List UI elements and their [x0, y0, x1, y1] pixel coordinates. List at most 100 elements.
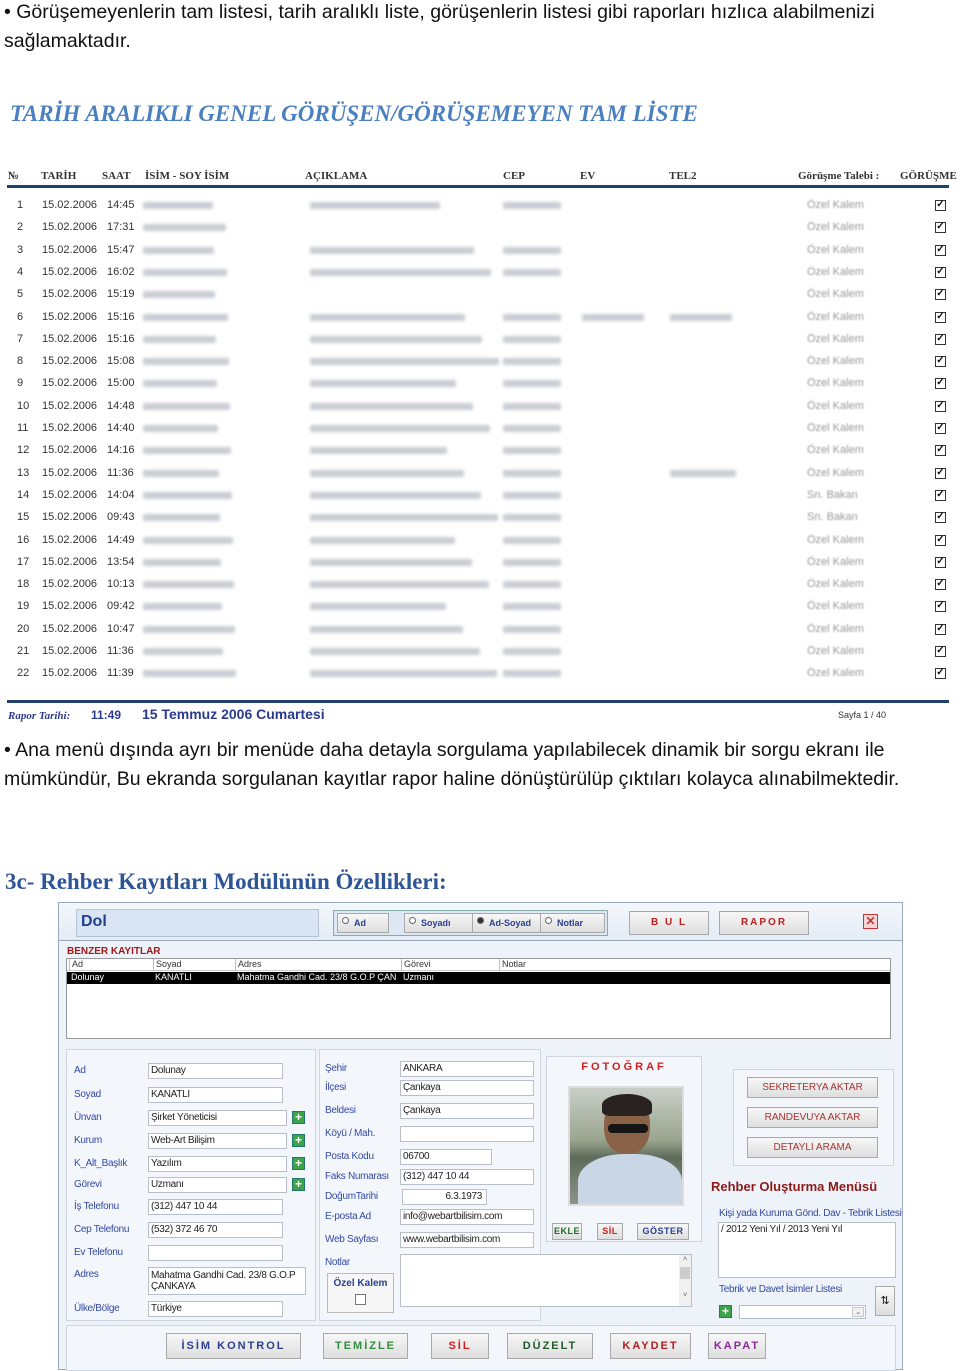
- row-date: 15.02.2006: [42, 377, 98, 390]
- chevron-down-icon[interactable]: ⌄: [852, 1307, 864, 1317]
- field-m6-input[interactable]: 6.3.1973: [402, 1189, 487, 1205]
- report-heading: TARİH ARALIKLI GENEL GÖRÜŞEN/GÖRÜŞEMEYEN…: [10, 101, 698, 126]
- bottom-button[interactable]: İSİM KONTROL: [166, 1333, 301, 1359]
- field-10-input[interactable]: Türkiye: [148, 1301, 283, 1317]
- redacted-name: [143, 224, 226, 232]
- redacted-description: [310, 514, 498, 522]
- row-request: Özel Kalem: [807, 265, 864, 278]
- bottom-button[interactable]: SİL: [431, 1333, 489, 1359]
- menu-title: Rehber Oluşturma Menüsü: [711, 1179, 878, 1194]
- table-row: 12 15.02.2006 14:16 Özel Kalem ✓: [5, 444, 951, 460]
- similar-record-row[interactable]: Dolunay KANATLI Mahatma Gandhi Cad. 23/8 G…: [67, 972, 890, 984]
- redacted-cell-phone: [503, 581, 561, 589]
- row-time: 15:16: [107, 332, 135, 345]
- redacted-cell-phone: [503, 358, 561, 366]
- bottom-button[interactable]: KAYDET: [610, 1333, 691, 1359]
- radio-notlar[interactable]: Notlar: [540, 913, 605, 933]
- row-date: 15.02.2006: [42, 310, 98, 323]
- similar-cell: Dolunay: [71, 972, 105, 982]
- row-time: 10:13: [107, 578, 135, 591]
- row-request: Özel Kalem: [807, 645, 864, 657]
- side-button[interactable]: SEKRETERYA AKTAR: [747, 1077, 878, 1098]
- bottom-button[interactable]: TEMİZLE: [323, 1333, 408, 1359]
- field-4-input[interactable]: Yazılım: [148, 1156, 287, 1172]
- find-button[interactable]: B U L: [629, 911, 709, 935]
- notes-textarea[interactable]: ˄ ˅: [400, 1254, 692, 1307]
- redacted-description: [310, 581, 489, 589]
- field-label: Şehir: [325, 1063, 347, 1074]
- add-icon[interactable]: +: [292, 1157, 305, 1170]
- field-m4-input[interactable]: 06700: [400, 1149, 492, 1165]
- similar-records-list[interactable]: Ad Soyad Adres Görevi Notlar Dolunay KANATLI M…: [66, 958, 891, 1039]
- row-time: 11:36: [107, 466, 134, 479]
- contact-module-window: Dol B U L RAPOR ✕ BENZER KAYITLAR Ad Soya…: [58, 902, 903, 1371]
- row-time: 15:16: [107, 310, 135, 323]
- radio-icon[interactable]: [545, 917, 552, 924]
- report-table: № TARİH SAAT İSİM - SOY İSİM AÇIKLAMA CEP EV TE…: [5, 165, 957, 725]
- photo-göster-button[interactable]: GÖSTER: [637, 1223, 689, 1240]
- field-m8-input[interactable]: www.webartbilisim.com: [400, 1232, 534, 1248]
- check-icon: ✓: [935, 533, 946, 546]
- redacted-cell-phone: [503, 558, 561, 566]
- add-name-icon[interactable]: +: [719, 1305, 732, 1318]
- radio-ad[interactable]: Ad: [337, 913, 389, 933]
- redacted-name: [143, 603, 222, 611]
- add-icon[interactable]: +: [292, 1178, 305, 1191]
- row-number: 14: [17, 488, 30, 501]
- photo-ekle-button[interactable]: EKLE: [552, 1223, 582, 1240]
- check-icon: ✓: [935, 355, 946, 368]
- field-label: Ülke/Bölge: [74, 1303, 120, 1314]
- add-icon[interactable]: +: [292, 1134, 305, 1147]
- row-date: 15.02.2006: [42, 511, 98, 524]
- column-header: TARİH: [41, 170, 77, 182]
- field-5-input[interactable]: Uzmanı: [148, 1177, 287, 1193]
- radio-icon[interactable]: [342, 917, 349, 924]
- redacted-cell-phone: [503, 670, 561, 678]
- close-icon[interactable]: ✕: [863, 914, 878, 929]
- bottom-button[interactable]: DÜZELT: [507, 1333, 593, 1359]
- row-date: 15.02.2006: [42, 332, 98, 345]
- field-6-input[interactable]: (312) 447 10 44: [148, 1199, 283, 1215]
- field-1-input[interactable]: KANATLI: [148, 1087, 283, 1103]
- search-input[interactable]: Dol: [76, 909, 319, 937]
- field-m0-input[interactable]: ANKARA: [400, 1061, 534, 1077]
- field-0-input[interactable]: Dolunay: [148, 1063, 283, 1079]
- photo-si̇l-button[interactable]: SİL: [597, 1223, 623, 1240]
- radio-icon[interactable]: [477, 917, 484, 924]
- row-request: Özel Kalem: [807, 667, 864, 680]
- table-row: 21 15.02.2006 11:36 Özel Kalem ✓: [5, 645, 951, 661]
- field-8-input[interactable]: [148, 1245, 283, 1261]
- field-3-input[interactable]: Web-Art Bilişim: [148, 1133, 287, 1149]
- side-button[interactable]: RANDEVUYA AKTAR: [747, 1107, 878, 1128]
- radio-ad-soyad[interactable]: Ad-Soyad: [472, 913, 544, 933]
- ozel-kalem-checkbox[interactable]: [355, 1294, 366, 1305]
- field-9-input[interactable]: Mahatma Gandhi Cad. 23/8 G.O.P ÇANKAYA: [148, 1267, 306, 1295]
- field-m2-input[interactable]: Çankaya: [400, 1103, 534, 1119]
- field-label: Ad: [74, 1065, 86, 1076]
- transfer-icon-button[interactable]: ⇅: [875, 1286, 895, 1316]
- redacted-tel2: [670, 469, 736, 477]
- table-row: 10 15.02.2006 14:48 Özel Kalem ✓: [5, 400, 951, 416]
- row-request: Özel Kalem: [807, 422, 864, 434]
- report-button[interactable]: RAPOR: [719, 911, 809, 935]
- radio-soyadı[interactable]: Soyadı: [404, 913, 476, 933]
- side-button[interactable]: DETAYLI ARAMA: [747, 1137, 878, 1158]
- redacted-name: [143, 670, 236, 678]
- names-select[interactable]: ⌄: [739, 1305, 866, 1319]
- field-7-input[interactable]: (532) 372 46 70: [148, 1222, 283, 1238]
- field-m3-input[interactable]: [400, 1126, 534, 1142]
- field-m7-input[interactable]: info@webartbilisim.com: [400, 1209, 534, 1225]
- add-icon[interactable]: +: [292, 1111, 305, 1124]
- notes-scrollbar[interactable]: ˄ ˅: [679, 1255, 691, 1306]
- redacted-description: [310, 603, 446, 611]
- table-row: 20 15.02.2006 10:47 Özel Kalem ✓: [5, 623, 951, 639]
- send-list-textarea[interactable]: / 2012 Yeni Yıl / 2013 Yeni Yıl: [718, 1222, 896, 1278]
- field-m1-input[interactable]: Çankaya: [400, 1080, 534, 1096]
- check-icon: ✓: [935, 377, 946, 390]
- redacted-description: [310, 425, 490, 432]
- row-number: 3: [17, 243, 24, 256]
- field-m5-input[interactable]: (312) 447 10 44: [400, 1169, 534, 1185]
- field-2-input[interactable]: Şirket Yöneticisi: [148, 1110, 287, 1126]
- bottom-button[interactable]: KAPAT: [708, 1333, 766, 1359]
- radio-icon[interactable]: [409, 917, 416, 924]
